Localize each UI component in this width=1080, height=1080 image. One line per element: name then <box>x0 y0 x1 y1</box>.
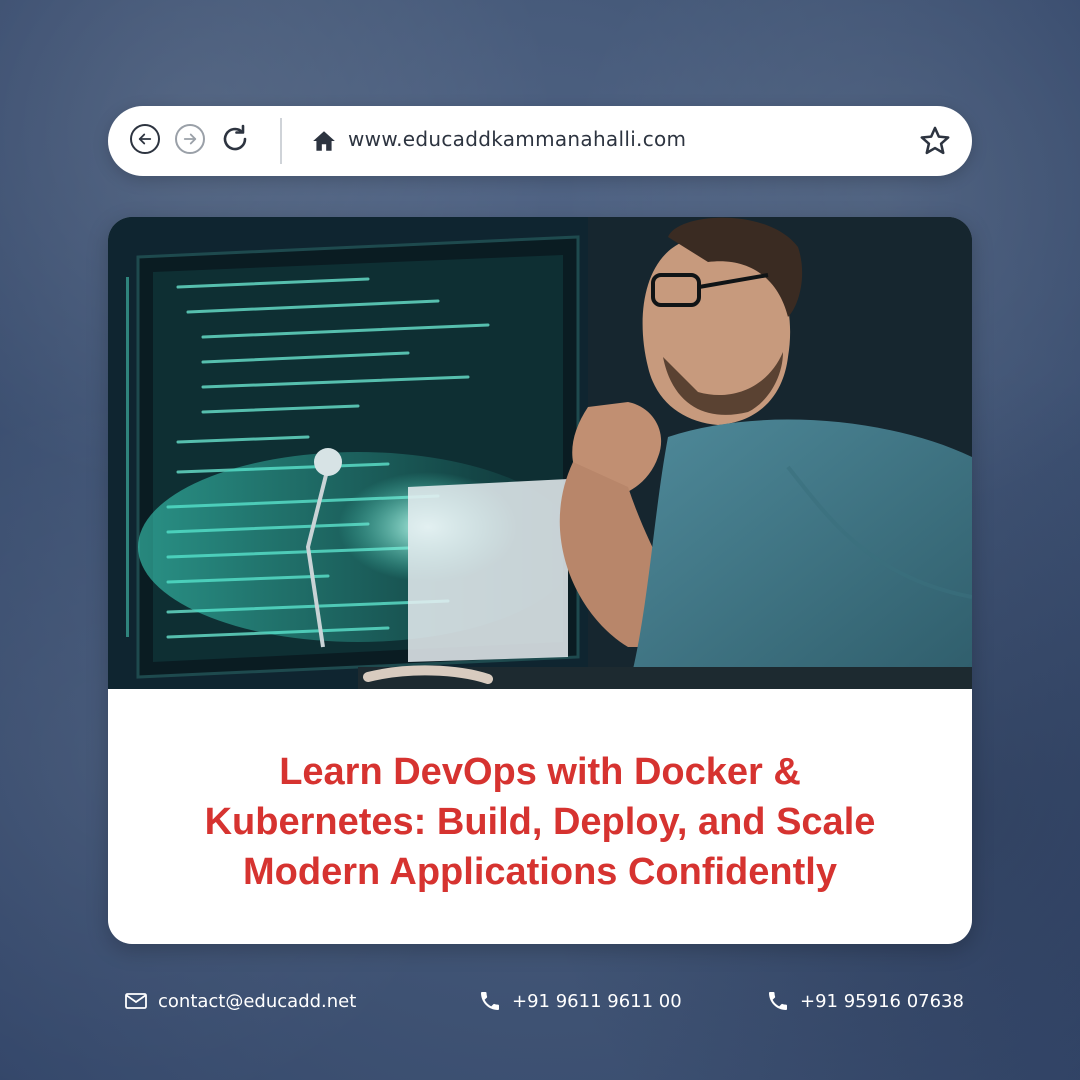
phone-icon <box>481 992 499 1010</box>
title-line: Modern Applications Confidently <box>243 851 837 893</box>
phone-text[interactable]: +91 95916 07638 <box>800 991 964 1012</box>
address-divider <box>280 118 282 164</box>
title-line: Kubernetes: Build, Deploy, and Scale <box>204 801 876 843</box>
course-title: Learn DevOps with Docker & Kubernetes: B… <box>108 747 972 897</box>
reload-button[interactable] <box>218 122 252 156</box>
contact-email[interactable]: contact@educadd.net <box>124 988 356 1014</box>
browser-address-bar: www.educaddkammanahalli.com <box>108 106 972 176</box>
hero-image <box>108 217 972 689</box>
home-icon[interactable] <box>311 128 337 154</box>
back-icon <box>138 133 152 145</box>
contact-phone-1[interactable]: +91 9611 9611 00 <box>478 988 682 1014</box>
mail-icon <box>125 993 147 1009</box>
back-button[interactable] <box>130 124 160 154</box>
star-icon[interactable] <box>918 124 952 158</box>
forward-button[interactable] <box>175 124 205 154</box>
contact-phone-2[interactable]: +91 95916 07638 <box>766 988 964 1014</box>
reload-icon <box>223 124 247 151</box>
phone-text[interactable]: +91 9611 9611 00 <box>512 991 682 1012</box>
phone-icon <box>769 992 787 1010</box>
content-card: Learn DevOps with Docker & Kubernetes: B… <box>108 217 972 944</box>
email-text[interactable]: contact@educadd.net <box>158 991 356 1012</box>
url-text[interactable]: www.educaddkammanahalli.com <box>348 127 686 151</box>
forward-icon <box>183 133 197 145</box>
title-line: Learn DevOps with Docker & <box>279 751 801 793</box>
developer-at-monitor-illustration <box>108 217 972 689</box>
